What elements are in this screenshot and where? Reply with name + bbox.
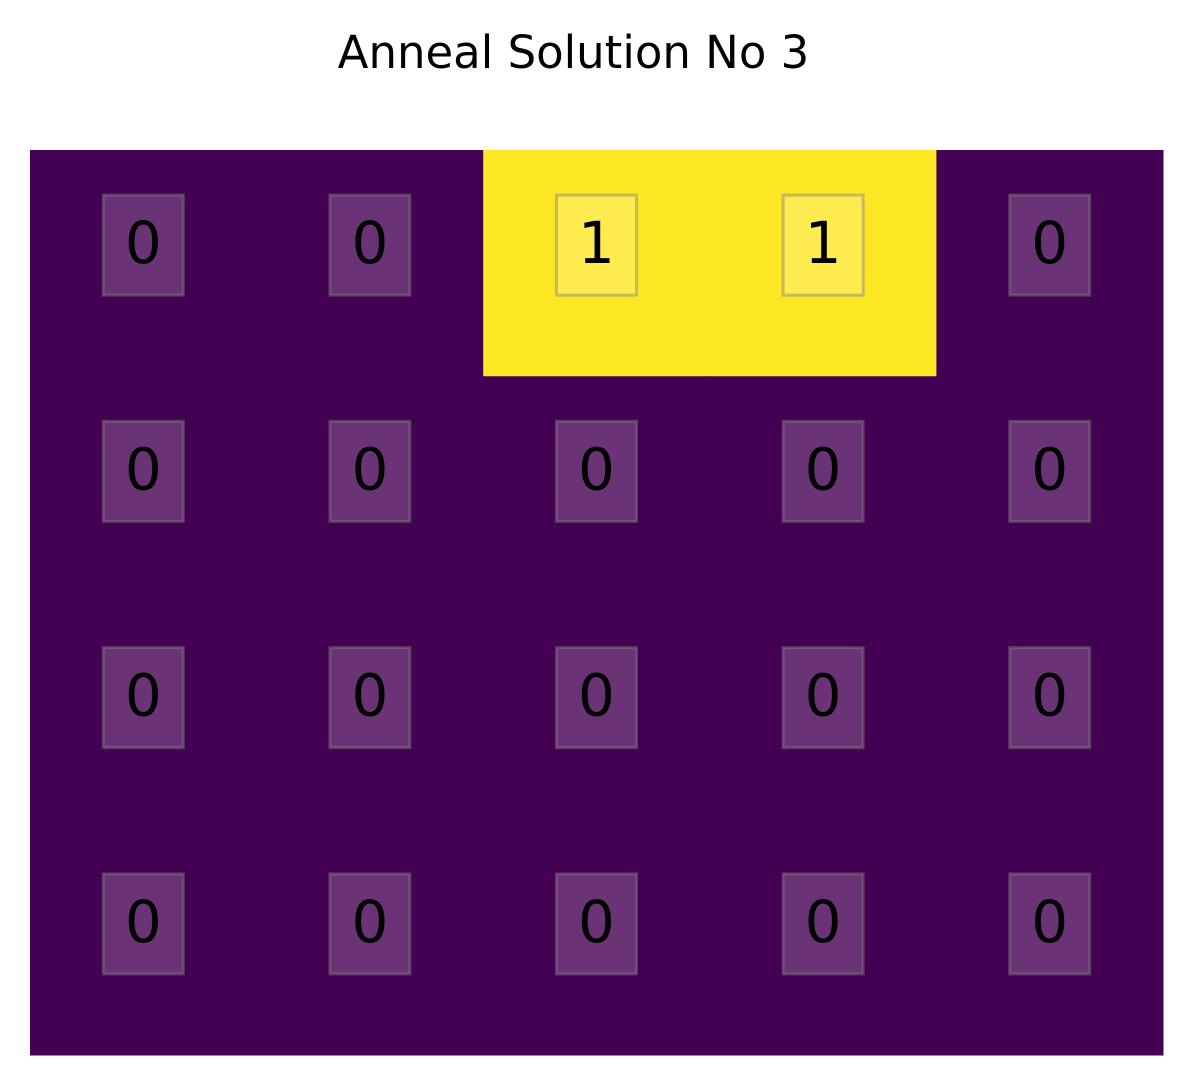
cell-value-label: 0 [351,435,388,503]
cell-value-label: 0 [1031,435,1068,503]
cell-value-label: 0 [578,662,615,730]
cell-value-label: 0 [125,435,162,503]
heatmap-chart: 0 0 1 1 0 0 0 0 0 0 0 0 0 0 0 0 0 0 0 0 [30,150,1164,1056]
cell-value-label: 0 [1031,209,1068,277]
cell-value-label: 0 [805,435,842,503]
cell-value-label: 0 [1031,662,1068,730]
cell-value-label: 0 [578,888,615,956]
cell-value-label: 0 [351,888,388,956]
cell-value-label: 0 [351,209,388,277]
cell-value-label: 0 [125,209,162,277]
cell-value-label: 0 [351,662,388,730]
cell-value-label: 0 [125,662,162,730]
cell-value-label: 0 [805,888,842,956]
cell-value-label: 0 [125,888,162,956]
cell-value-label: 0 [578,435,615,503]
cell-value-label: 1 [578,209,615,277]
cell-value-label: 0 [1031,888,1068,956]
cell-value-label: 1 [805,209,842,277]
cell-value-label: 0 [805,662,842,730]
